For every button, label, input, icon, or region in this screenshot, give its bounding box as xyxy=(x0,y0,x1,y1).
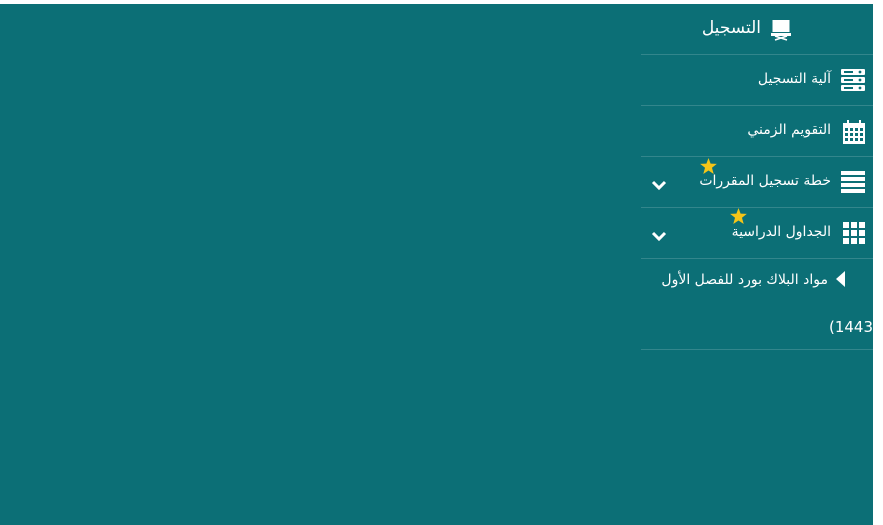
sidebar-item-schedules[interactable]: الجداول الدراسية xyxy=(641,208,873,259)
main-panel: التسجيل آلية التسجيل التقويم الزمني خطة … xyxy=(0,4,873,525)
calendar-icon xyxy=(843,120,865,148)
submenu-item-label: مواد البلاك بورد للفصل الأول xyxy=(661,272,828,288)
sidebar-item-registration-mechanism[interactable]: آلية التسجيل xyxy=(641,55,873,106)
menu-title[interactable]: التسجيل xyxy=(641,4,873,55)
grid-icon xyxy=(843,222,865,248)
sidebar-item-label: خطة تسجيل المقررات xyxy=(699,173,831,189)
star-icon xyxy=(700,158,717,178)
list-icon xyxy=(841,171,865,197)
submenu-item-blackboard-courses[interactable]: مواد البلاك بورد للفصل الأول (1443 xyxy=(641,259,873,350)
server-icon xyxy=(841,69,865,95)
menu-title-label: التسجيل xyxy=(701,18,761,38)
caret-left-icon xyxy=(836,271,845,291)
star-icon xyxy=(730,208,747,228)
chevron-down-icon[interactable] xyxy=(651,176,667,195)
sidebar-item-label: آلية التسجيل xyxy=(757,71,831,87)
laptop-icon xyxy=(771,19,791,45)
sidebar-item-course-plan[interactable]: خطة تسجيل المقررات xyxy=(641,157,873,208)
sidebar-item-label: التقويم الزمني xyxy=(747,122,831,138)
sidebar-menu: التسجيل آلية التسجيل التقويم الزمني خطة … xyxy=(641,4,873,350)
chevron-down-icon[interactable] xyxy=(651,227,667,246)
sidebar-item-calendar[interactable]: التقويم الزمني xyxy=(641,106,873,157)
submenu-item-label-year: (1443 xyxy=(828,318,873,336)
